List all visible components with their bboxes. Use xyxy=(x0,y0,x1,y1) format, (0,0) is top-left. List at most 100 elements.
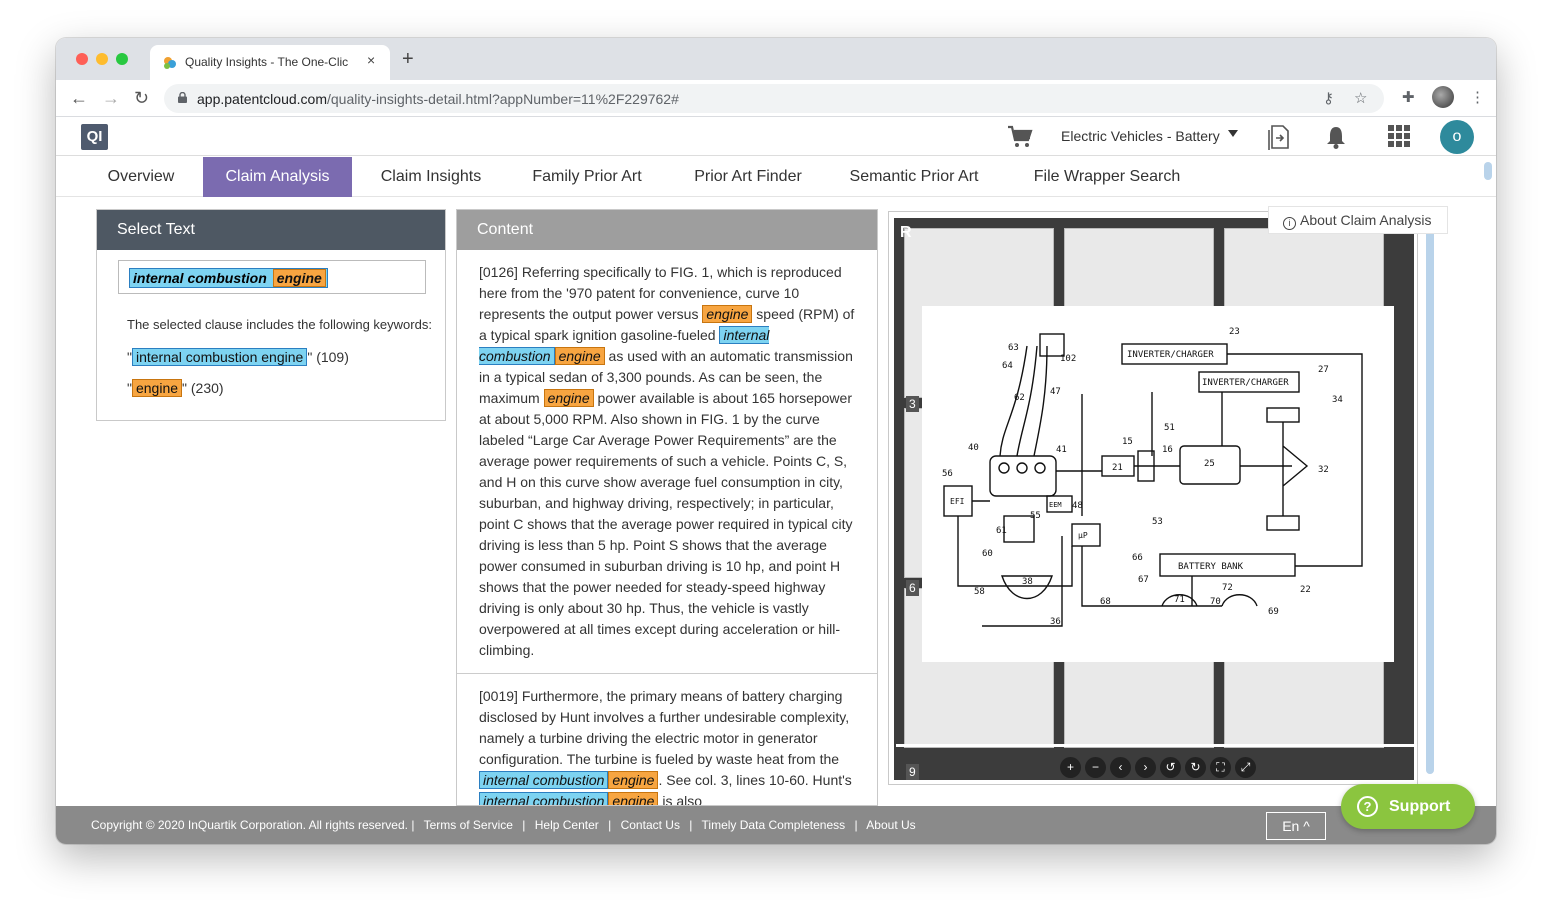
keyword-chip[interactable]: engine xyxy=(131,379,183,397)
paragraph-text: power available is about 165 horsepower … xyxy=(479,390,853,658)
footer-link-data-completeness[interactable]: Timely Data Completeness xyxy=(702,818,846,832)
close-window-button[interactable] xyxy=(76,53,88,65)
keyword-highlight[interactable]: internal combustion xyxy=(479,771,609,789)
keyword-row[interactable]: " internal combustion engine " (109) xyxy=(127,348,349,366)
keyword-count: (109) xyxy=(316,349,349,365)
zoom-in-button[interactable]: + xyxy=(1060,757,1081,778)
extensions-icon[interactable]: ✚ xyxy=(1402,88,1415,106)
main-nav: Overview Claim Analysis Claim Insights F… xyxy=(56,157,1496,197)
export-icon[interactable] xyxy=(1268,124,1290,150)
drawing-label: 25 xyxy=(1204,459,1215,469)
footer: Copyright © 2020 InQuartik Corporation. … xyxy=(56,806,1496,844)
tab-close-icon[interactable]: × xyxy=(367,52,375,68)
rotate-left-button[interactable]: ↺ xyxy=(1160,757,1181,778)
address-bar[interactable]: app.patentcloud.com/quality-insights-det… xyxy=(164,84,1384,113)
keyword-highlight[interactable]: engine xyxy=(608,792,659,805)
paragraph-text: [0019] Furthermore, the primary means of… xyxy=(479,688,850,767)
paragraph-text: . See col. 3, lines 10-60. Hunt's xyxy=(658,772,852,788)
drawing-label: 55 xyxy=(1030,511,1041,521)
tab-prior-art-finder[interactable]: Prior Art Finder xyxy=(680,157,816,197)
tab-claim-analysis[interactable]: Claim Analysis xyxy=(203,157,352,197)
drawing-label: 64 xyxy=(1002,361,1013,371)
footer-link-contact[interactable]: Contact Us xyxy=(621,818,680,832)
footer-separator: | xyxy=(689,818,693,832)
chevron-down-icon[interactable] xyxy=(1228,130,1238,137)
app-logo[interactable]: QI xyxy=(81,124,108,150)
hybrid-vehicle-schematic: INVERTER/CHARGER INVERTER/CHARGER BATTER… xyxy=(922,306,1394,662)
keyword-chip[interactable]: internal combustion engine xyxy=(131,348,308,366)
browser-tab[interactable]: Quality Insights - The One-Clic × xyxy=(150,45,390,80)
minimize-window-button[interactable] xyxy=(96,53,108,65)
drawing-label: 61 xyxy=(996,526,1007,536)
viewer-divider xyxy=(896,744,1414,747)
drawing-label: INVERTER/CHARGER xyxy=(1202,378,1289,388)
quality-insights-favicon-icon xyxy=(164,57,176,69)
browser-window: Quality Insights - The One-Clic × + ← → … xyxy=(56,38,1496,844)
paragraph-divider xyxy=(457,673,877,674)
drawing-label: 58 xyxy=(974,587,985,597)
drawing-label: 48 xyxy=(1072,501,1083,511)
viewer-scroll-thumb[interactable] xyxy=(1426,226,1434,774)
select-text-header: Select Text xyxy=(97,210,445,250)
drawing-label: 34 xyxy=(1332,395,1343,405)
browser-toolbar: ← → ↻ app.patentcloud.com/quality-insigh… xyxy=(56,80,1496,117)
page-number: 9 xyxy=(906,764,919,780)
forward-icon[interactable]: → xyxy=(102,86,120,110)
footer-link-help[interactable]: Help Center xyxy=(535,818,599,832)
rotate-right-button[interactable]: ↻ xyxy=(1185,757,1206,778)
chevron-up-icon: ^ xyxy=(1303,818,1310,834)
copyright-text: Copyright © 2020 InQuartik Corporation. … xyxy=(91,818,415,832)
language-selector[interactable]: En ^ xyxy=(1266,812,1326,840)
zoom-out-button[interactable]: − xyxy=(1085,757,1106,778)
previous-page-button[interactable]: ‹ xyxy=(1110,757,1131,778)
page-scrollbar[interactable] xyxy=(1484,162,1492,180)
tab-semantic-prior-art[interactable]: Semantic Prior Art xyxy=(839,157,989,197)
support-button[interactable]: ? Support xyxy=(1341,784,1475,829)
drawing-label: 72 xyxy=(1222,583,1233,593)
user-avatar[interactable]: o xyxy=(1440,120,1474,154)
workspace-selector[interactable]: Electric Vehicles - Battery xyxy=(1061,128,1220,144)
reload-icon[interactable]: ↻ xyxy=(134,86,149,110)
keyword-highlight[interactable]: engine xyxy=(554,347,605,365)
bell-icon[interactable] xyxy=(1325,124,1347,150)
drawing-label: 36 xyxy=(1050,617,1061,627)
keyword-highlight[interactable]: engine xyxy=(702,305,753,323)
next-page-button[interactable]: › xyxy=(1135,757,1156,778)
viewer-controls: + − ‹ › ↺ ↻ ⛶ ⤢ xyxy=(1060,757,1260,779)
maximize-window-button[interactable] xyxy=(116,53,128,65)
tab-overview[interactable]: Overview xyxy=(92,157,190,197)
fit-page-button[interactable]: ⛶ xyxy=(1210,757,1231,778)
selected-clause-box[interactable]: internal combustion engine xyxy=(118,260,426,294)
lock-icon xyxy=(178,92,187,103)
footer-text: Copyright © 2020 InQuartik Corporation. … xyxy=(91,818,922,832)
drawing-label: 56 xyxy=(942,469,953,479)
browser-profile-icon[interactable] xyxy=(1432,86,1454,108)
drawing-label: 27 xyxy=(1318,365,1329,375)
tab-claim-insights[interactable]: Claim Insights xyxy=(366,157,496,197)
keyword-highlight[interactable]: internal combustion xyxy=(479,792,609,805)
keyword-highlight[interactable]: engine xyxy=(543,389,594,407)
content-paragraph: [0126] Referring specifically to FIG. 1,… xyxy=(479,262,855,661)
selected-term-part2: engine xyxy=(272,269,326,287)
tab-file-wrapper-search[interactable]: File Wrapper Search xyxy=(1021,157,1193,197)
star-icon[interactable]: ☆ xyxy=(1354,89,1367,107)
footer-link-about[interactable]: About Us xyxy=(866,818,915,832)
footer-link-terms[interactable]: Terms of Service xyxy=(424,818,513,832)
patent-drawing-viewer[interactable]: 3 6 9 R INVERTER/CHARGER INVERTER/CHARGE… xyxy=(894,218,1414,780)
browser-menu-icon[interactable]: ⋮ xyxy=(1470,88,1485,106)
content-paragraph: [0019] Furthermore, the primary means of… xyxy=(479,686,855,805)
apps-grid-icon[interactable] xyxy=(1388,125,1410,147)
cart-icon[interactable] xyxy=(1006,124,1034,150)
drawing-label: 53 xyxy=(1152,517,1163,527)
key-icon[interactable]: ⚷ xyxy=(1323,89,1334,107)
about-claim-analysis-link[interactable]: i About Claim Analysis xyxy=(1268,206,1448,234)
drawing-label: 40 xyxy=(968,443,979,453)
drawing-label: 22 xyxy=(1300,585,1311,595)
keyword-row[interactable]: " engine " (230) xyxy=(127,379,224,397)
fullscreen-button[interactable]: ⤢ xyxy=(1235,757,1256,778)
url-path: /quality-insights-detail.html?appNumber=… xyxy=(326,91,679,107)
tab-family-prior-art[interactable]: Family Prior Art xyxy=(519,157,655,197)
back-icon[interactable]: ← xyxy=(70,86,88,110)
keyword-highlight[interactable]: engine xyxy=(608,771,659,789)
new-tab-button[interactable]: + xyxy=(402,49,414,69)
